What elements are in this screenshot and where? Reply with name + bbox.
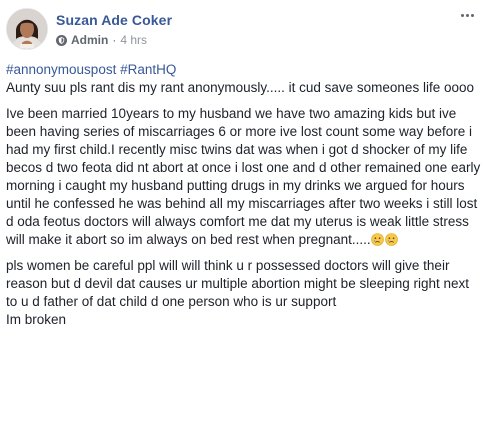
hashtag-link[interactable]: #annonymouspost (6, 62, 116, 77)
more-options-icon (470, 13, 474, 17)
admin-badge: Admin (71, 33, 109, 47)
post-paragraph: Aunty suu pls rant dis my rant anonymous… (6, 80, 474, 95)
meta-separator: · (112, 33, 117, 47)
more-options-icon (460, 13, 464, 17)
post-meta: Admin · 4 hrs (56, 33, 147, 47)
post-timestamp[interactable]: 4 hrs (120, 33, 147, 47)
facebook-post: Suzan Ade Coker Admin · 4 hrs #annonymou… (0, 0, 487, 425)
post-body: #annonymouspost #RantHQ Aunty suu pls ra… (6, 61, 482, 337)
hashtag-link[interactable]: #RantHQ (120, 62, 176, 77)
shield-icon (56, 34, 67, 46)
more-options-button[interactable] (457, 8, 477, 22)
hashtag-line: #annonymouspost #RantHQ (6, 61, 482, 79)
crying-face-emoji (370, 233, 384, 246)
author-name[interactable]: Suzan Ade Coker (56, 12, 172, 28)
post-paragraph: pls women be careful ppl will will think… (6, 258, 470, 309)
author-avatar[interactable] (6, 8, 48, 50)
post-paragraph: Ive been married 10years to my husband w… (6, 106, 481, 247)
crying-face-emoji (384, 233, 398, 246)
post-paragraph: Im broken (6, 312, 67, 327)
post-paragraph-with-emoji: Ive been married 10years to my husband w… (6, 105, 482, 249)
avatar-photo-icon (7, 9, 47, 49)
more-options-icon (465, 13, 469, 17)
